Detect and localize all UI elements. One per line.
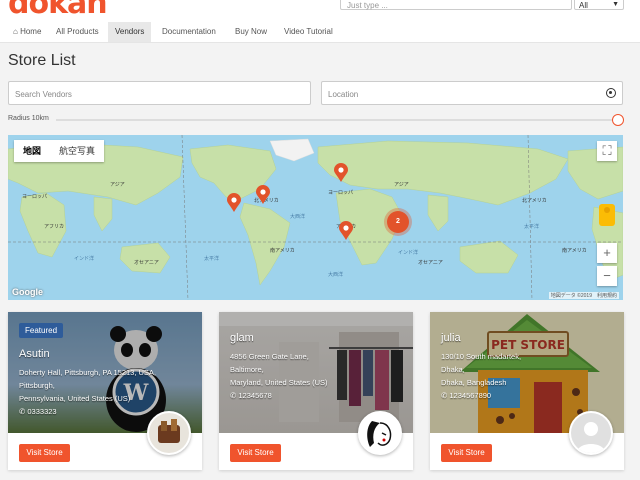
radius-slider-track[interactable] — [56, 119, 614, 121]
visit-store-button[interactable]: Visit Store — [19, 444, 70, 462]
store-card: W Featured Asutin Doherty Hall, Pittsbur… — [8, 312, 202, 470]
store-avatar[interactable] — [569, 411, 613, 455]
map-marker[interactable] — [333, 163, 349, 183]
map-label-south-america-right: 南アメリカ — [562, 248, 587, 254]
map-label-atlantic-south: 大西洋 — [328, 272, 344, 278]
map-cluster-count: 2 — [396, 218, 400, 225]
chevron-down-icon: ▼ — [612, 1, 619, 8]
map-cluster-marker[interactable]: 2 — [387, 211, 409, 233]
category-select[interactable]: All ▼ — [574, 0, 624, 10]
map-label-europe-center: ヨーロッパ — [328, 190, 354, 196]
map-label-oceania-center: オセアニア — [418, 260, 443, 266]
store-phone-number: 1234567890 — [449, 391, 492, 400]
nav-home-label: Home — [20, 27, 42, 36]
store-map[interactable]: アジア ヨーロッパ アフリカ インド洋 オセアニア 大西洋 太平洋 南アメリカ … — [8, 135, 623, 300]
zoom-in-button[interactable]: + — [597, 243, 617, 263]
store-address-line: Pennsylvania, United States (US) — [19, 394, 131, 403]
visit-store-button[interactable]: Visit Store — [441, 444, 492, 462]
category-select-value: All — [579, 1, 588, 10]
store-name: Asutin — [19, 348, 50, 360]
map-marker[interactable] — [255, 185, 271, 205]
store-info: julia 130/10 South madartek, Dhaka, Dhak… — [441, 332, 601, 400]
map-label-south-america: 南アメリカ — [270, 248, 295, 254]
nav-home[interactable]: ⌂ Home — [6, 22, 48, 42]
site-logo[interactable]: dokan — [8, 0, 108, 20]
map-type-map-button[interactable]: 地図 — [14, 140, 50, 162]
home-icon: ⌂ — [13, 27, 18, 36]
store-name: julia — [441, 332, 461, 344]
store-address-line: Dhaka, Bangladesh — [441, 378, 507, 387]
phone-icon: ✆ — [19, 407, 26, 416]
zoom-out-button[interactable]: − — [597, 266, 617, 286]
store-address-line: Doherty Hall, Pittsburgh, PA 15213, USA, — [19, 368, 157, 377]
page-title: Store List — [8, 52, 76, 69]
visit-store-button[interactable]: Visit Store — [230, 444, 281, 462]
map-label-europe-left: ヨーロッパ — [22, 194, 48, 200]
locate-me-icon[interactable] — [606, 88, 616, 98]
search-vendors-input[interactable]: Search Vendors — [8, 81, 311, 105]
featured-badge: Featured — [19, 323, 64, 338]
store-avatar-image — [360, 413, 400, 453]
radius-slider-handle[interactable] — [612, 114, 624, 126]
store-phone: ✆ 1234567890 — [441, 391, 601, 400]
default-user-avatar-icon — [571, 413, 611, 453]
map-type-control: 地図 航空写真 — [14, 140, 105, 162]
product-search-input[interactable]: Just type ... — [340, 0, 572, 10]
main-nav: ⌂ Home All Products Vendors Documentatio… — [0, 20, 640, 43]
store-phone: ✆ 12345678 — [230, 391, 390, 400]
map-label-indian-ocean-left: インド洋 — [74, 256, 95, 262]
store-card: glam 4856 Green Gate Lane, Baltimore, Ma… — [219, 312, 413, 470]
map-marker[interactable] — [226, 193, 242, 213]
map-label-pacific-right: 太平洋 — [524, 224, 540, 230]
map-credit[interactable]: 地図データ ©2019 利用規約 — [548, 292, 619, 299]
map-label-pacific-left: 太平洋 — [204, 256, 220, 262]
google-logo: Google — [12, 287, 43, 297]
store-info: Asutin Doherty Hall, Pittsburgh, PA 1521… — [19, 348, 179, 416]
store-avatar[interactable] — [147, 411, 191, 455]
store-info: glam 4856 Green Gate Lane, Baltimore, Ma… — [230, 332, 390, 400]
map-label-indian-ocean-center: インド洋 — [398, 250, 419, 256]
nav-video-tutorial[interactable]: Video Tutorial — [277, 22, 340, 42]
map-label-north-america-right: 北アメリカ — [522, 198, 547, 204]
nav-buy-now[interactable]: Buy Now — [228, 22, 274, 42]
store-avatar-image — [149, 413, 189, 453]
store-address-line: Maryland, United States (US) — [230, 378, 328, 387]
store-avatar[interactable] — [358, 411, 402, 455]
map-label-oceania-left: オセアニア — [134, 260, 159, 266]
fullscreen-icon[interactable]: ⛶ — [597, 141, 617, 161]
map-type-satellite-button[interactable]: 航空写真 — [50, 140, 104, 162]
store-phone-number: 12345678 — [238, 391, 272, 400]
store-name: glam — [230, 332, 254, 344]
store-address-line: Pittsburgh, — [19, 381, 55, 390]
nav-all-products[interactable]: All Products — [49, 22, 106, 42]
location-input-placeholder: Location — [328, 90, 359, 99]
street-view-pegman-icon[interactable] — [599, 204, 615, 226]
location-input[interactable]: Location — [321, 81, 623, 105]
phone-icon: ✆ — [441, 391, 448, 400]
map-label-atlantic-north: 大西洋 — [290, 214, 306, 220]
top-header: dokan Just type ... All ▼ — [0, 0, 640, 20]
store-phone-number: 0333323 — [27, 407, 57, 416]
map-label-africa-left: アフリカ — [44, 224, 65, 230]
map-marker[interactable] — [338, 221, 354, 241]
store-address-line: Dhaka, — [441, 365, 465, 374]
phone-icon: ✆ — [230, 391, 237, 400]
store-address-line: Baltimore, — [230, 365, 264, 374]
map-label-asia-center: アジア — [394, 182, 409, 188]
radius-label: Radius 10km — [8, 115, 49, 122]
store-address-line: 130/10 South madartek, — [441, 352, 522, 361]
nav-documentation[interactable]: Documentation — [155, 22, 223, 42]
nav-vendors[interactable]: Vendors — [108, 22, 152, 42]
map-label-asia-left: アジア — [110, 182, 125, 188]
store-address-line: 4856 Green Gate Lane, — [230, 352, 309, 361]
store-card: PET STORE julia 130/10 South madartek, D… — [430, 312, 624, 470]
